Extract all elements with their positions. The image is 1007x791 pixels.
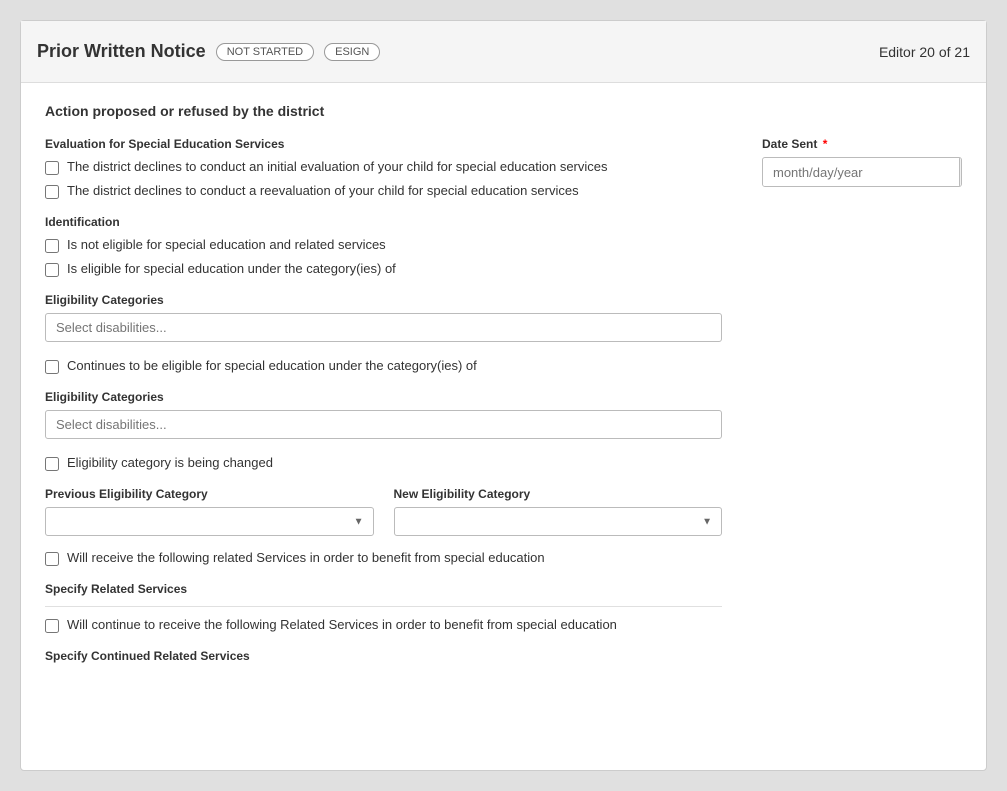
evaluation-checkbox-2-row: The district declines to conduct a reeva… (45, 183, 722, 199)
new-eligibility-group: New Eligibility Category (394, 487, 723, 536)
new-eligibility-label: New Eligibility Category (394, 487, 723, 501)
content-area: Action proposed or refused by the distri… (21, 83, 986, 770)
identification-checkbox-2-label: Is eligible for special education under … (67, 261, 396, 276)
date-sent-label: Date Sent * (762, 137, 962, 151)
continued-services-checkbox-row: Will continue to receive the following R… (45, 617, 722, 633)
header: Prior Written Notice NOT STARTED ESIGN E… (21, 21, 986, 83)
specify-related-services-group: Specify Related Services (45, 582, 722, 607)
eligibility-categories-1-label: Eligibility Categories (45, 293, 722, 307)
eligibility-categories-2-input[interactable] (45, 410, 722, 439)
specify-related-services-label: Specify Related Services (45, 582, 722, 596)
date-sent-input[interactable] (763, 159, 959, 186)
continues-checkbox[interactable] (45, 360, 59, 374)
identification-checkbox-2[interactable] (45, 263, 59, 277)
header-left: Prior Written Notice NOT STARTED ESIGN (37, 41, 380, 62)
esign-badge[interactable]: ESIGN (324, 43, 380, 61)
new-eligibility-wrapper (394, 507, 723, 536)
section-title: Action proposed or refused by the distri… (45, 103, 962, 123)
eligibility-categories-1-input[interactable] (45, 313, 722, 342)
eligibility-change-checkbox[interactable] (45, 457, 59, 471)
specify-continued-services-group: Specify Continued Related Services (45, 649, 722, 663)
related-services-checkbox[interactable] (45, 552, 59, 566)
eligibility-categories-2-label: Eligibility Categories (45, 390, 722, 404)
main-window: Prior Written Notice NOT STARTED ESIGN E… (20, 20, 987, 771)
form-main: Evaluation for Special Education Service… (45, 137, 722, 669)
specify-related-services-divider (45, 606, 722, 607)
date-sent-field-wrapper (762, 157, 962, 187)
eligibility-change-checkbox-label: Eligibility category is being changed (67, 455, 273, 470)
date-picker-button[interactable] (959, 158, 962, 186)
continues-checkbox-label: Continues to be eligible for special edu… (67, 358, 477, 373)
identification-subsection-label: Identification (45, 215, 722, 229)
evaluation-checkbox-1-label: The district declines to conduct an init… (67, 159, 608, 174)
continued-services-checkbox-label: Will continue to receive the following R… (67, 617, 617, 632)
previous-eligibility-select[interactable] (45, 507, 374, 536)
specify-continued-services-label: Specify Continued Related Services (45, 649, 722, 663)
date-sent-group: Date Sent * (762, 137, 962, 187)
page-title: Prior Written Notice (37, 41, 206, 62)
continued-services-checkbox[interactable] (45, 619, 59, 633)
evaluation-checkbox-2[interactable] (45, 185, 59, 199)
eligibility-change-checkbox-row: Eligibility category is being changed (45, 455, 722, 471)
evaluation-subsection-label: Evaluation for Special Education Service… (45, 137, 722, 151)
form-side: Date Sent * (762, 137, 962, 669)
editor-info: Editor 20 of 21 (879, 44, 970, 60)
identification-group: Identification Is not eligible for speci… (45, 215, 722, 277)
evaluation-group: Evaluation for Special Education Service… (45, 137, 722, 199)
identification-checkbox-1[interactable] (45, 239, 59, 253)
related-services-checkbox-row: Will receive the following related Servi… (45, 550, 722, 566)
evaluation-checkbox-2-label: The district declines to conduct a reeva… (67, 183, 579, 198)
form-layout: Evaluation for Special Education Service… (45, 137, 962, 669)
previous-eligibility-label: Previous Eligibility Category (45, 487, 374, 501)
evaluation-checkbox-1[interactable] (45, 161, 59, 175)
status-badge[interactable]: NOT STARTED (216, 43, 314, 61)
previous-eligibility-group: Previous Eligibility Category (45, 487, 374, 536)
continues-checkbox-row: Continues to be eligible for special edu… (45, 358, 722, 374)
identification-checkbox-1-label: Is not eligible for special education an… (67, 237, 386, 252)
new-eligibility-select[interactable] (394, 507, 723, 536)
evaluation-checkbox-1-row: The district declines to conduct an init… (45, 159, 722, 175)
identification-checkbox-1-row: Is not eligible for special education an… (45, 237, 722, 253)
previous-eligibility-wrapper (45, 507, 374, 536)
eligibility-dropdowns-row: Previous Eligibility Category New Eligib… (45, 487, 722, 536)
date-sent-required-star: * (823, 137, 828, 151)
eligibility-categories-2-group: Eligibility Categories (45, 390, 722, 439)
identification-checkbox-2-row: Is eligible for special education under … (45, 261, 722, 277)
related-services-checkbox-label: Will receive the following related Servi… (67, 550, 545, 565)
eligibility-categories-1-group: Eligibility Categories (45, 293, 722, 342)
